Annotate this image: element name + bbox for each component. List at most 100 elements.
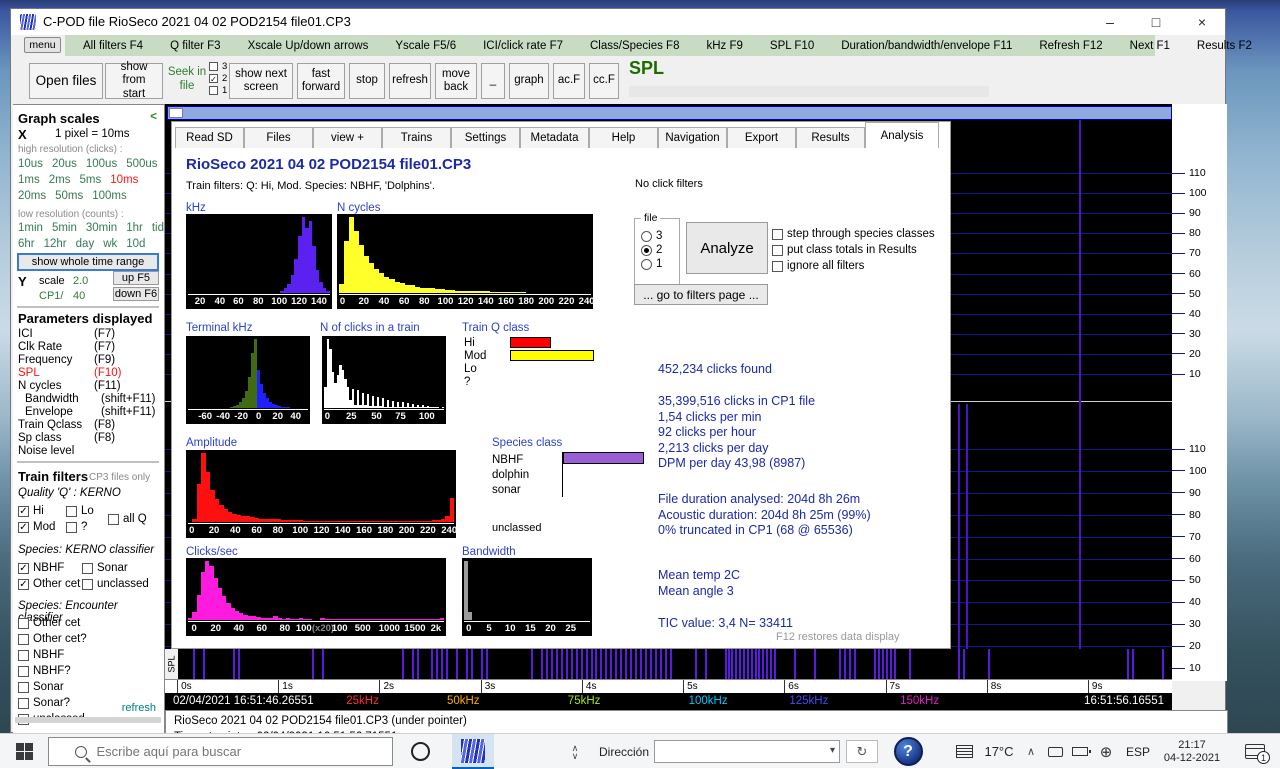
scale-option-500us[interactable]: 500us [126,158,157,174]
toolbar-button--[interactable]: _ [481,63,505,99]
parameter-Clk-Rate[interactable]: Clk Rate(F7) [18,341,160,354]
radio-1[interactable]: 1 [641,257,662,271]
scale-option-wk[interactable]: wk [103,238,117,254]
checkbox-3[interactable]: 3 [209,60,227,72]
checkbox-Sonar[interactable]: Sonar [18,679,160,695]
menu-item[interactable]: Yscale F5/6 [395,40,456,52]
toolbar-button-fast-forward[interactable]: fast forward [297,63,345,99]
checkbox-Other-cet[interactable]: ✓Other cet [18,576,82,592]
toolbar-button-move-back[interactable]: move back [435,63,477,99]
scrollbar-thumb[interactable] [169,108,183,118]
menu-item[interactable]: Xscale Up/down arrows [248,40,369,52]
parameter-Noise-level[interactable]: Noise level [18,445,160,458]
taskbar-clock[interactable]: 21:17 04-12-2021 [1156,734,1228,769]
show-from-start-button[interactable]: show from start [105,63,163,99]
scale-option-20us[interactable]: 20us [52,158,77,174]
language-indicator[interactable]: ESP [1120,734,1156,769]
checkbox-Sonar[interactable]: Sonar [82,560,160,576]
scale-option-1min[interactable]: 1min [18,222,43,238]
checkbox-NBHF[interactable]: ✓NBHF [18,560,82,576]
scale-option-1ms[interactable]: 1ms [18,174,40,190]
toolbar-button-show-next-screen[interactable]: show next screen [229,63,293,99]
radio-2[interactable]: 2 [641,243,662,257]
toolbar-button-graph[interactable]: graph [509,63,549,99]
address-combobox[interactable]: ▾ [654,740,840,763]
menu-item[interactable]: Refresh F12 [1039,40,1102,52]
parameter-Sp-class[interactable]: Sp class(F8) [18,432,160,445]
weather-temp[interactable]: 17°C [978,734,1020,769]
tab-Trains[interactable]: Trains [382,127,451,148]
address-go-button[interactable]: ↻ [846,740,878,763]
scale-option-100ms[interactable]: 100ms [92,190,127,206]
tab-Settings[interactable]: Settings [451,127,520,148]
menu-item[interactable]: SPL F10 [770,40,814,52]
scale-down-button[interactable]: down F6 [113,287,159,301]
collapse-arrow-icon[interactable]: < [150,111,157,123]
scale-option-12hr[interactable]: 12hr [44,238,67,254]
network-tray-button[interactable]: ⊕ [1094,734,1118,769]
tab-Results[interactable]: Results [796,127,865,148]
scale-option-20ms[interactable]: 20ms [18,190,46,206]
cpod-taskbar-button[interactable] [452,734,494,769]
menu-item[interactable]: kHz F9 [706,40,742,52]
scale-option-100us[interactable]: 100us [86,158,117,174]
toolbar-button-cc-F[interactable]: cc.F [589,63,619,99]
checkbox-NBHF?[interactable]: NBHF? [18,663,160,679]
scale-option-10ms[interactable]: 10ms [110,174,138,190]
horizontal-scrollbar[interactable] [167,106,1172,120]
checkbox-1[interactable]: 1 [209,84,227,96]
tab-Files[interactable]: Files [244,127,313,148]
tab-view-[interactable]: view + [313,127,382,148]
tab-Help[interactable]: Help [589,127,658,148]
checkbox-Hi[interactable]: ✓Hi [18,503,66,519]
scale-option-10us[interactable]: 10us [18,158,43,174]
menu-item[interactable]: Next F1 [1130,40,1170,52]
notification-center-button[interactable]: 1 [1232,734,1278,769]
radio-3[interactable]: 3 [641,229,662,243]
checkbox-?[interactable]: ? [66,519,106,535]
battery-tray-button[interactable] [1068,734,1092,769]
scale-option-50ms[interactable]: 50ms [55,190,83,206]
title-bar[interactable]: C-POD file RioSeco 2021 04 02 POD2154 fi… [11,9,1225,35]
checkbox-step-through-species-classes[interactable]: step through species classes [772,226,935,242]
toolbar-button-stop[interactable]: stop [349,63,385,99]
help-tray-button[interactable]: ? [888,734,928,769]
parameter-N-cycles[interactable]: N cycles(F11) [18,380,160,393]
parameter-Envelope[interactable]: Envelope(shift+F11) [18,406,160,419]
checkbox-Other-cet[interactable]: Other cet [18,615,160,631]
menu-item[interactable]: Results F2 [1197,40,1252,52]
tab-Read-SD[interactable]: Read SD [175,127,244,148]
scale-option-30min[interactable]: 30min [86,222,117,238]
open-files-button[interactable]: Open files [29,63,103,99]
parameter-Bandwidth[interactable]: Bandwidth(shift+F11) [18,393,160,406]
close-button[interactable]: × [1179,9,1225,35]
parameter-ICI[interactable]: ICI(F7) [18,328,160,341]
start-button[interactable] [0,734,48,769]
checkbox-2[interactable]: ✓2 [209,72,227,84]
tab-Metadata[interactable]: Metadata [520,127,589,148]
tab-Analysis[interactable]: Analysis [865,122,939,148]
scale-option-6hr[interactable]: 6hr [18,238,35,254]
refresh-link[interactable]: refresh [122,702,156,714]
menu-item[interactable]: Duration/bandwidth/envelope F11 [841,40,1012,52]
scale-option-5min[interactable]: 5min [52,222,77,238]
toolbar-expand-chevrons[interactable]: ∧∨ [566,734,584,769]
tray-overflow-chevron[interactable]: ∧ [1022,734,1040,769]
analyze-button[interactable]: Analyze [686,222,768,274]
menu-item[interactable]: ICI/click rate F7 [483,40,563,52]
news-tray-button[interactable] [952,734,976,769]
checkbox-Other-cet?[interactable]: Other cet? [18,631,160,647]
checkbox-ignore-all-filters[interactable]: ignore all filters [772,258,935,274]
show-whole-time-range-button[interactable]: show whole time range [17,253,159,271]
toolbar-button-ac-F[interactable]: ac.F [553,63,585,99]
scale-option-10d[interactable]: 10d [126,238,145,254]
parameter-Train-Qclass[interactable]: Train Qclass(F8) [18,419,160,432]
scale-option-1hr[interactable]: 1hr [126,222,143,238]
checkbox-unclassed[interactable]: unclassed [82,576,160,592]
minimize-button[interactable]: – [1087,9,1133,35]
scale-up-button[interactable]: up F5 [113,271,159,285]
go-to-filters-button[interactable]: ... go to filters page ... [634,284,768,305]
checkbox-put-class-totals-in-Results[interactable]: put class totals in Results [772,242,935,258]
menu-item[interactable]: Q filter F3 [170,40,220,52]
checkbox-Mod[interactable]: ✓Mod [18,519,66,535]
